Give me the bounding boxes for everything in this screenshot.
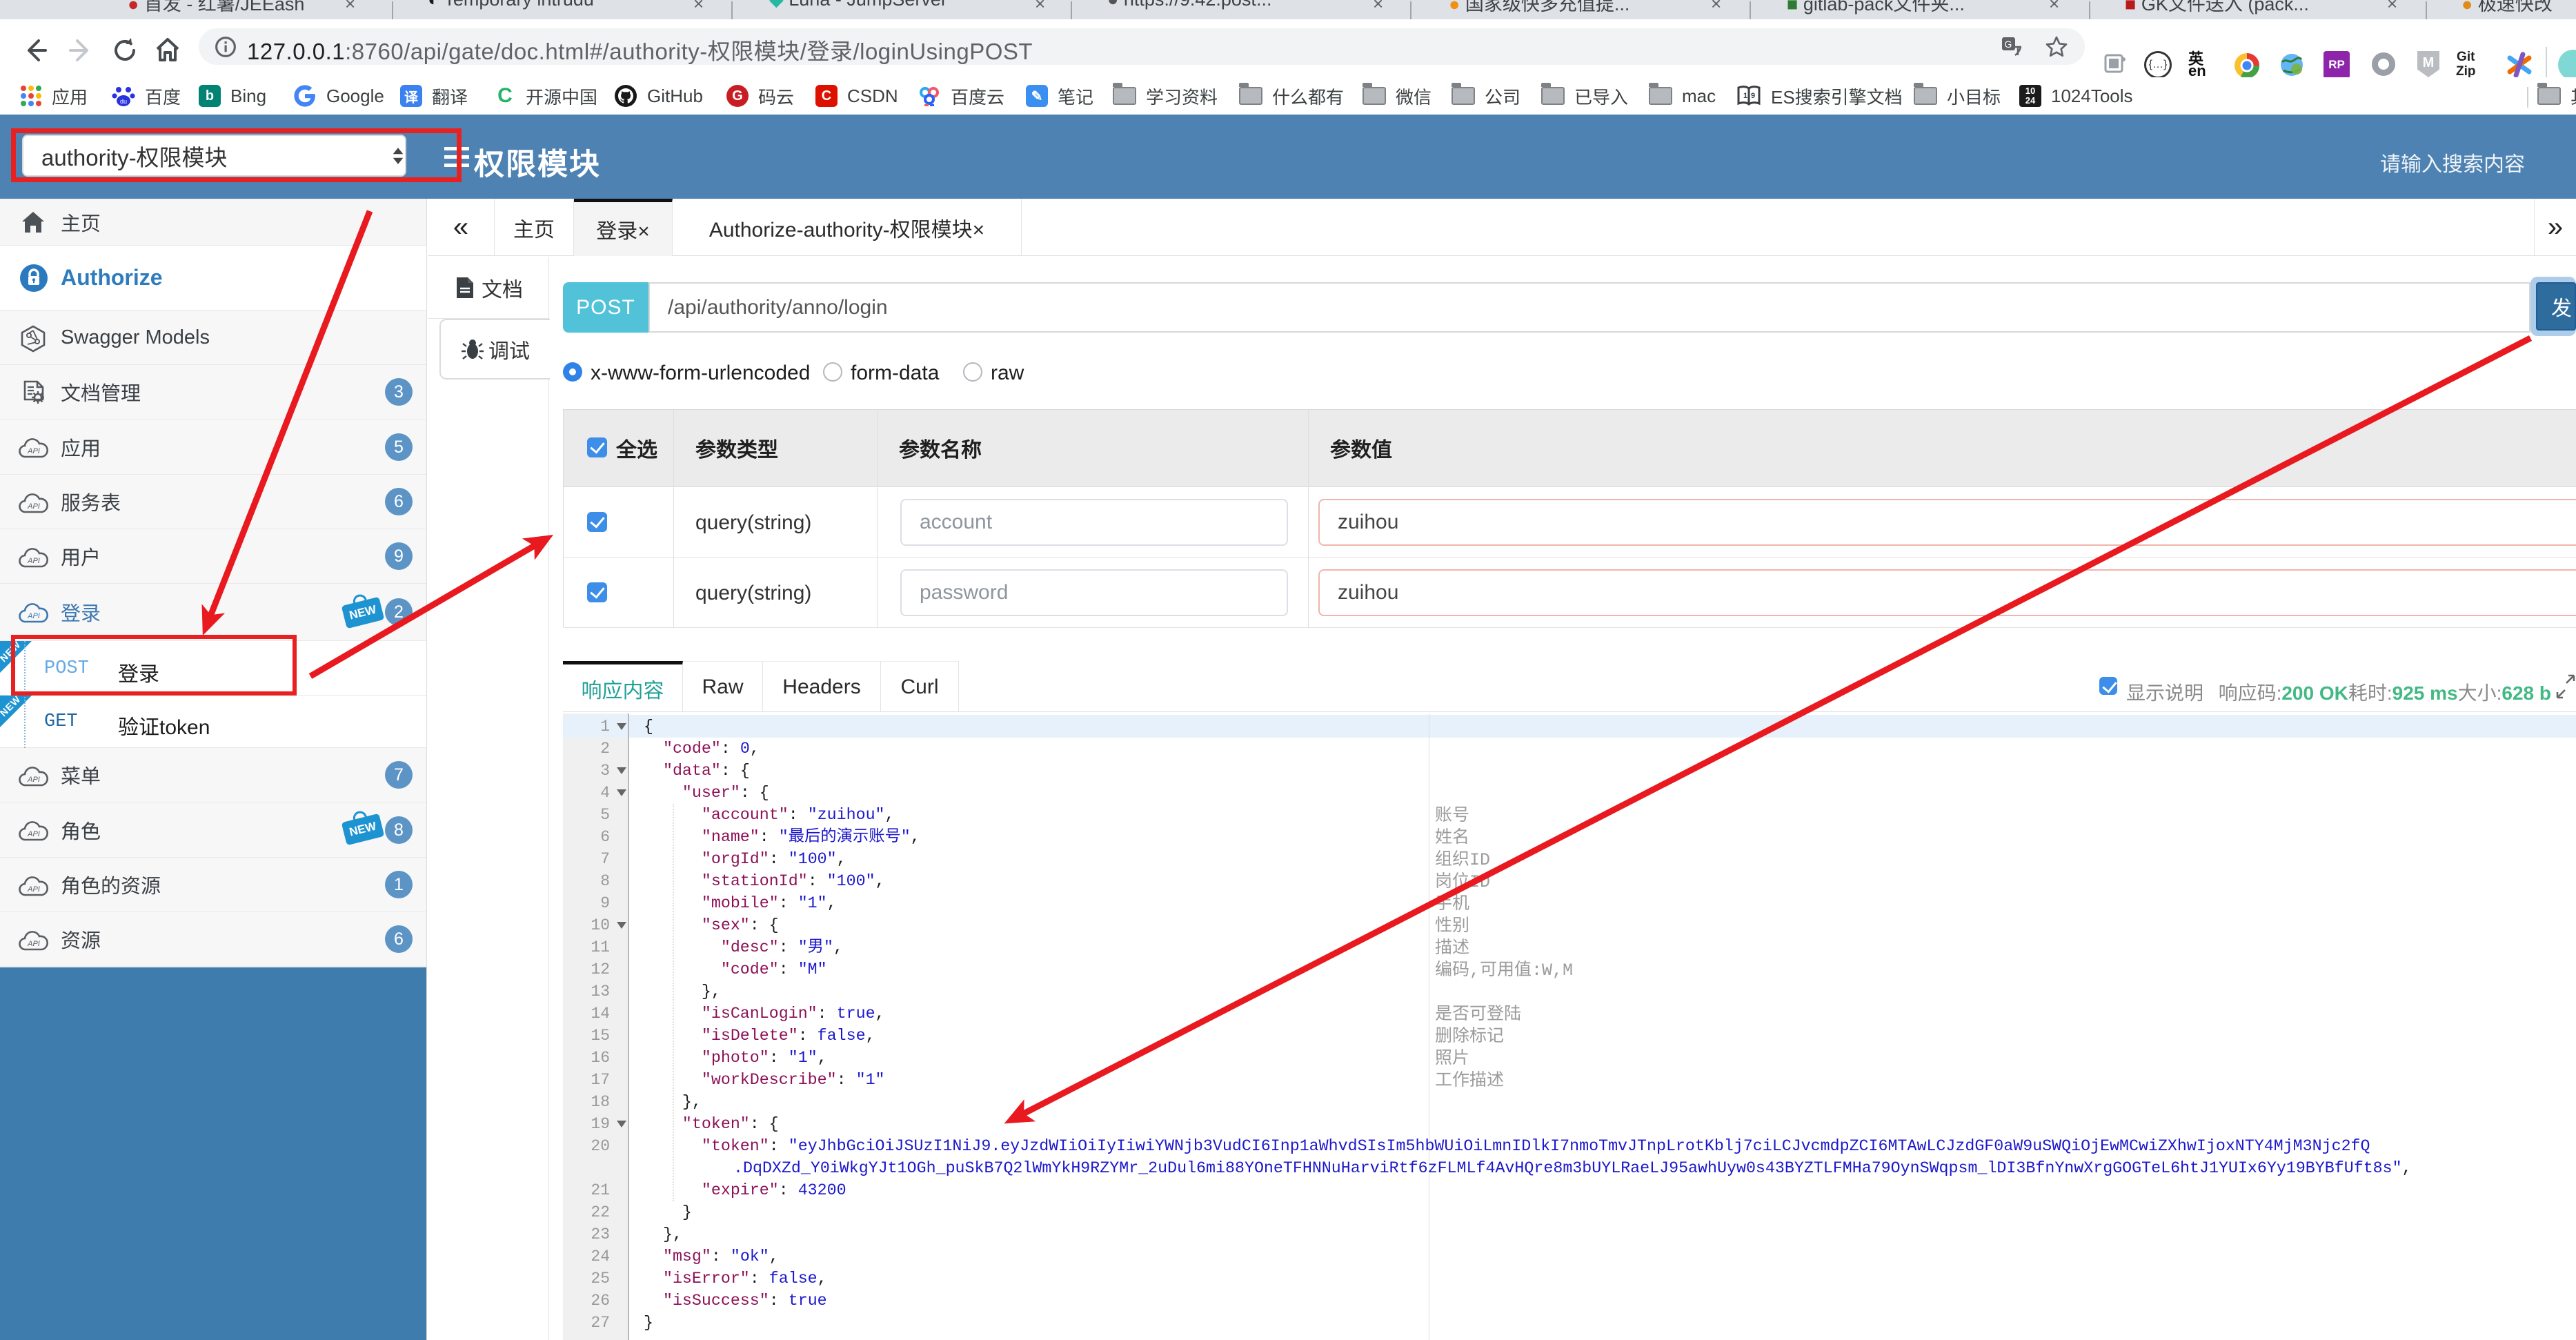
svg-text:API: API: [27, 447, 40, 455]
svg-text:API: API: [27, 940, 40, 948]
svg-text:1: 1: [1743, 92, 1747, 100]
svg-text:API: API: [27, 502, 40, 511]
svg-text:API: API: [27, 557, 40, 565]
svg-text:G: G: [2005, 39, 2012, 50]
svg-text:API: API: [27, 776, 40, 784]
svg-text:API: API: [27, 830, 40, 838]
svg-text:du: du: [120, 98, 127, 105]
svg-text:API: API: [27, 885, 40, 894]
svg-text:9: 9: [1751, 92, 1755, 100]
svg-text:API: API: [27, 612, 40, 620]
